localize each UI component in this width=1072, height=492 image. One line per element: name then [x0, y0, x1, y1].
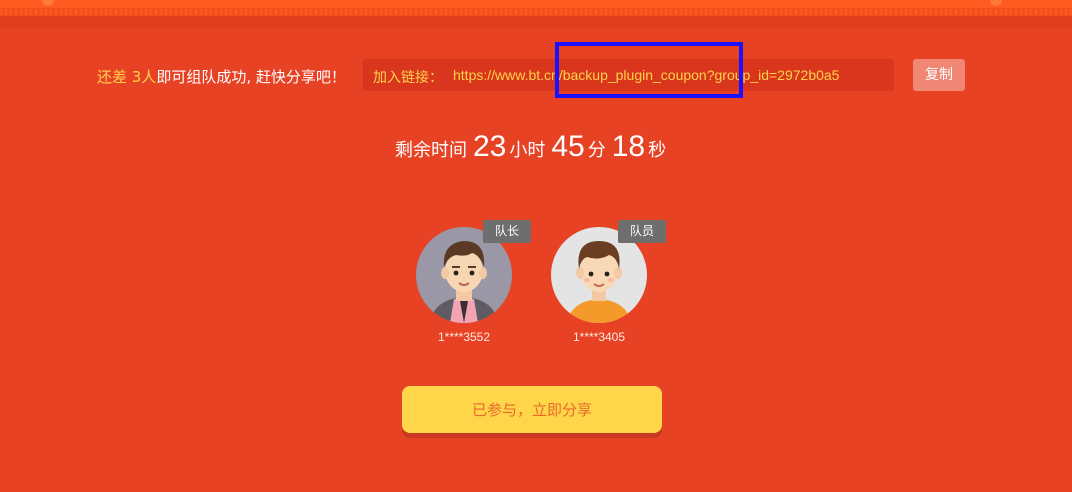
countdown-seconds: 18: [611, 130, 646, 163]
team-status-message: 即可组队成功, 赶快分享吧！: [156, 68, 346, 86]
share-now-button[interactable]: 已参与，立即分享: [402, 386, 662, 433]
remaining-members-count: 还差 3人: [97, 68, 157, 86]
role-badge-leader: 队长: [483, 220, 531, 243]
countdown-minutes-unit: 分: [587, 140, 606, 161]
countdown-hours-unit: 小时: [509, 140, 546, 161]
team-status-text: 还差 3人即可组队成功, 赶快分享吧！: [97, 66, 346, 87]
countdown-label: 剩余时间: [395, 140, 467, 161]
top-banner-pattern: [0, 9, 1072, 15]
copy-button[interactable]: 复制: [913, 59, 965, 91]
leader-id: 1****3552: [437, 330, 491, 344]
countdown-seconds-unit: 秒: [648, 140, 667, 161]
join-link-label: 加入链接：: [373, 70, 443, 86]
countdown-hours: 23: [473, 130, 507, 163]
countdown-minutes: 45: [551, 130, 585, 163]
countdown-timer: 剩余时间 23 小时 45 分 18 秒: [395, 130, 666, 170]
corner-ornament-right: [990, 0, 1002, 6]
top-banner-edge: [0, 0, 1072, 28]
share-row: 还差 3人即可组队成功, 赶快分享吧！ 加入链接： https://www.bt…: [0, 58, 1072, 92]
role-badge-member: 队员: [618, 220, 666, 243]
member-id: 1****3405: [572, 330, 626, 344]
corner-ornament-left: [42, 0, 54, 6]
highlight-box: [555, 42, 743, 98]
